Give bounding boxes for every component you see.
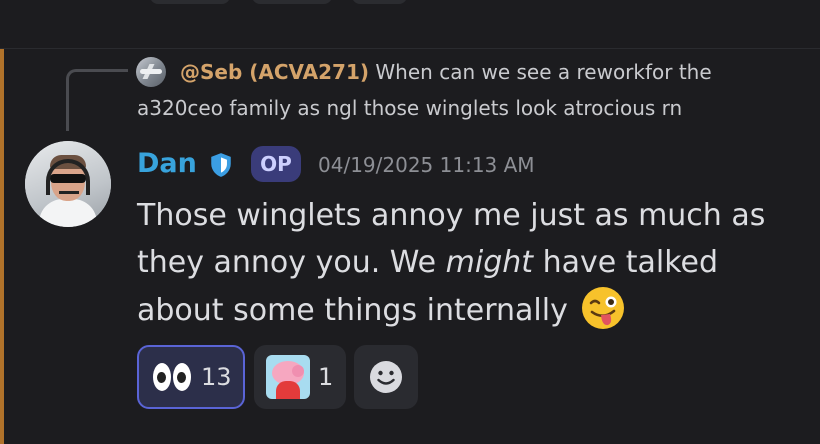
- add-reaction-smile-icon: [370, 361, 402, 393]
- winking-tongue-icon: [582, 287, 625, 329]
- add-reaction-button[interactable]: [354, 345, 418, 409]
- reply-author-name[interactable]: @Seb (ACVA271): [180, 60, 369, 84]
- peppa-pig-icon: [266, 355, 310, 399]
- reply-author-avatar[interactable]: [136, 57, 166, 87]
- previous-reaction-pill[interactable]: [150, 0, 230, 4]
- reaction-count: 13: [201, 363, 232, 391]
- eyes-icon: [151, 361, 193, 393]
- reply-preview-text: When can we see a reworkfor the: [375, 60, 712, 84]
- shield-icon: [211, 153, 231, 177]
- reaction-peppa-pig[interactable]: 1: [254, 345, 346, 409]
- previous-reaction-pill[interactable]: [252, 0, 332, 4]
- reply-spine: [66, 69, 128, 131]
- message-timestamp[interactable]: 04/19/2025 11:13 AM: [318, 152, 535, 178]
- message-author-name[interactable]: Dan: [137, 147, 197, 181]
- mention-highlight-bar: [0, 49, 4, 444]
- message-text-emphasis: might: [445, 245, 534, 280]
- op-badge: OP: [251, 146, 301, 182]
- message-content: Those winglets annoy me just as much as …: [137, 192, 807, 334]
- user-avatar[interactable]: [25, 141, 111, 227]
- message-divider: [0, 48, 820, 49]
- reply-preview-text-continued: a320ceo family as ngl those winglets loo…: [137, 96, 683, 120]
- previous-reaction-pill[interactable]: [352, 0, 407, 4]
- reaction-count: 1: [318, 363, 334, 391]
- reaction-eyes[interactable]: 13: [137, 345, 245, 409]
